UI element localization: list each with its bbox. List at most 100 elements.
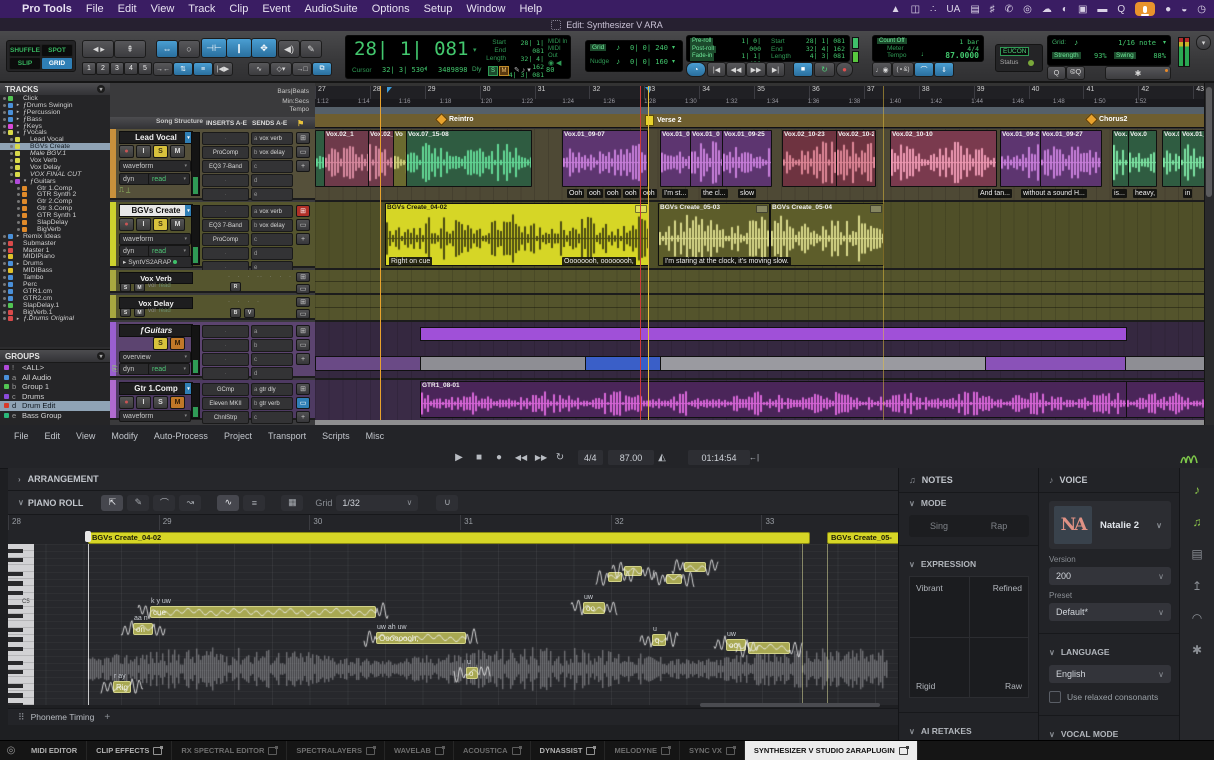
piano-roll-playhead[interactable]	[88, 544, 89, 705]
send-slot[interactable]: c	[251, 233, 293, 246]
record-button[interactable]: ●	[492, 450, 506, 465]
menubar-status-icon[interactable]: ▬	[1097, 4, 1107, 15]
solo-button[interactable]: S	[153, 396, 168, 409]
track-list-item[interactable]: GTR Synth 1	[0, 212, 110, 219]
synth-note[interactable]: uw ah uw Oooooooh,	[376, 632, 466, 644]
selection-start[interactable]: 28| 1| 081	[508, 39, 544, 55]
audio-clip[interactable]: Vox.01_09-27	[1040, 130, 1102, 187]
folder-arrow-icon[interactable]: ▾	[15, 130, 21, 136]
synth-note[interactable]	[608, 572, 622, 582]
expression-pad[interactable]: Vibrant Refined Rigid Raw	[909, 576, 1029, 698]
mute-button[interactable]: M	[134, 308, 145, 317]
phoneme-label[interactable]: k y uw	[151, 598, 171, 605]
audio-clip[interactable]: Vox.0	[1128, 130, 1157, 187]
insert-slot[interactable]	[202, 247, 249, 260]
black-key[interactable]	[8, 670, 23, 675]
swing-label[interactable]: Swing	[1114, 52, 1136, 59]
synth-note[interactable]: u o	[466, 667, 478, 679]
instrument-window-button[interactable]: ⊞	[296, 383, 310, 395]
nudge-value-label[interactable]: Nudge	[590, 58, 609, 65]
layered-editing-button[interactable]: →□	[292, 62, 312, 76]
preroll-value[interactable]: 1| 0| 000	[731, 38, 761, 53]
mute-indicator[interactable]: M	[499, 66, 509, 76]
editor-tab[interactable]: MIDI EDITOR	[22, 741, 87, 760]
input-monitor-button[interactable]: I	[136, 396, 151, 409]
track-list-item[interactable]: BGVs Create	[0, 143, 110, 150]
grid-value-label[interactable]: Grid	[590, 44, 606, 51]
insert-slot[interactable]: EQ3 7-Band	[202, 160, 249, 173]
send-slot[interactable]: avox verb	[251, 205, 293, 218]
phoneme-label[interactable]: aa n	[134, 615, 148, 622]
strip-icon[interactable]: ▤	[1189, 546, 1205, 562]
instrument-window-button[interactable]: ⊞	[296, 272, 310, 282]
zoomer-tool[interactable]: ○	[178, 40, 200, 58]
solo-button[interactable]: S	[120, 283, 131, 292]
velocity-value[interactable]: 80	[546, 66, 554, 74]
scrubber-tool[interactable]: ◀)	[278, 40, 300, 58]
countoff-label[interactable]: Count Off	[877, 38, 907, 44]
track-color-swatch[interactable]	[8, 254, 13, 259]
send-slot[interactable]: b	[251, 339, 293, 352]
auto-vibrato-toggle[interactable]: ∪	[436, 495, 458, 511]
insert-slot[interactable]	[202, 174, 249, 187]
audio-clip[interactable]: Vox.07_15-08	[406, 130, 532, 187]
go-to-end-button[interactable]: ▶|	[766, 62, 785, 77]
piano-keys[interactable]	[8, 544, 34, 705]
folder-clip-segment[interactable]	[315, 356, 422, 371]
track-list-item[interactable]: BigVerb.1	[0, 309, 110, 316]
nudge-value[interactable]: 0| 0| 160	[630, 58, 668, 66]
menubar-status-icon[interactable]: ◷	[1197, 4, 1206, 15]
vol-label[interactable]: vol	[148, 283, 156, 292]
black-key[interactable]	[8, 605, 23, 610]
nudge-note-icon[interactable]: ♪	[616, 57, 620, 66]
menubar-status-icon[interactable]: ◒	[1181, 4, 1187, 15]
strip-icon[interactable]: ✱	[1189, 642, 1205, 658]
zoom-preset-1[interactable]: 1	[82, 62, 96, 75]
comments-button[interactable]: ▭	[296, 339, 310, 351]
ruler-label-minsec[interactable]: Min:Secs	[282, 98, 309, 105]
group-name[interactable]: Bass Group	[22, 411, 62, 420]
folder-arrow-icon[interactable]: ▸	[15, 316, 21, 322]
track-list-item[interactable]: ▸ ƒPercussion	[0, 109, 110, 116]
zoom-preset-2[interactable]: 2	[96, 62, 110, 75]
editor-tab[interactable]: CLIP EFFECTS	[87, 741, 172, 760]
comments-button[interactable]: ▭	[296, 397, 310, 409]
menu-item[interactable]: Track	[188, 3, 215, 15]
delay-insert-badge[interactable]: B	[230, 308, 241, 318]
group-list-item[interactable]: ! <ALL>	[0, 363, 110, 373]
rewind-button[interactable]: ◀◀	[512, 450, 530, 465]
audio-clip[interactable]: Vox.01_09-07	[562, 130, 648, 187]
add-insert-button[interactable]: +	[296, 411, 310, 423]
comments-button[interactable]: ▭	[296, 284, 310, 294]
track-color-swatch[interactable]	[22, 227, 27, 232]
track-list-item[interactable]: ▾ ƒVocals	[0, 129, 110, 136]
lane-lead-vocal[interactable]: Vox.02_1 Vox.02_1 Vo	[315, 129, 1205, 202]
strip-icon[interactable]: ↥	[1189, 578, 1205, 594]
menubar-status-icon[interactable]: ▤	[970, 4, 979, 15]
automation-mode-selector[interactable]: read▾	[148, 363, 190, 375]
lane-gtr1-comp[interactable]: GTR1_08-01	[315, 380, 1205, 422]
insert-slot[interactable]	[202, 188, 249, 201]
audio-clip[interactable]: Vox.01_0	[660, 130, 692, 187]
phoneme-label[interactable]: uw ah uw	[377, 624, 407, 631]
folder-arrow-icon[interactable]: ▸	[15, 261, 21, 267]
track-list-item[interactable]: Gtr 1.Comp	[0, 185, 110, 192]
track-color-swatch[interactable]	[22, 186, 27, 191]
stop-button[interactable]: ■	[793, 62, 813, 77]
menubar-status-icon[interactable]: ●	[1165, 4, 1171, 15]
stop-button[interactable]: ■	[472, 450, 486, 465]
folder-arrow-icon[interactable]: ▸	[15, 116, 21, 122]
tempo-value[interactable]: 87.0000	[945, 51, 979, 60]
send-slot[interactable]: bvox delay	[251, 219, 293, 232]
grid-dropdown[interactable]: 1/32∨	[336, 495, 418, 511]
track-color-swatch[interactable]	[22, 206, 27, 211]
track-color-swatch[interactable]	[15, 158, 20, 163]
folder-icon[interactable]: ⎘	[112, 366, 118, 374]
track-color-strip[interactable]	[110, 380, 116, 418]
group-name[interactable]: <ALL>	[22, 363, 44, 372]
track-list-item[interactable]: Gtr 3.Comp	[0, 205, 110, 212]
track-list-item[interactable]: ▸ ƒKeys	[0, 123, 110, 130]
audio-clip[interactable]: Vox.01_0	[690, 130, 723, 187]
piano-roll-ruler[interactable]: 282930313233	[8, 515, 898, 531]
folder-arrow-icon[interactable]: ▾	[22, 178, 28, 184]
